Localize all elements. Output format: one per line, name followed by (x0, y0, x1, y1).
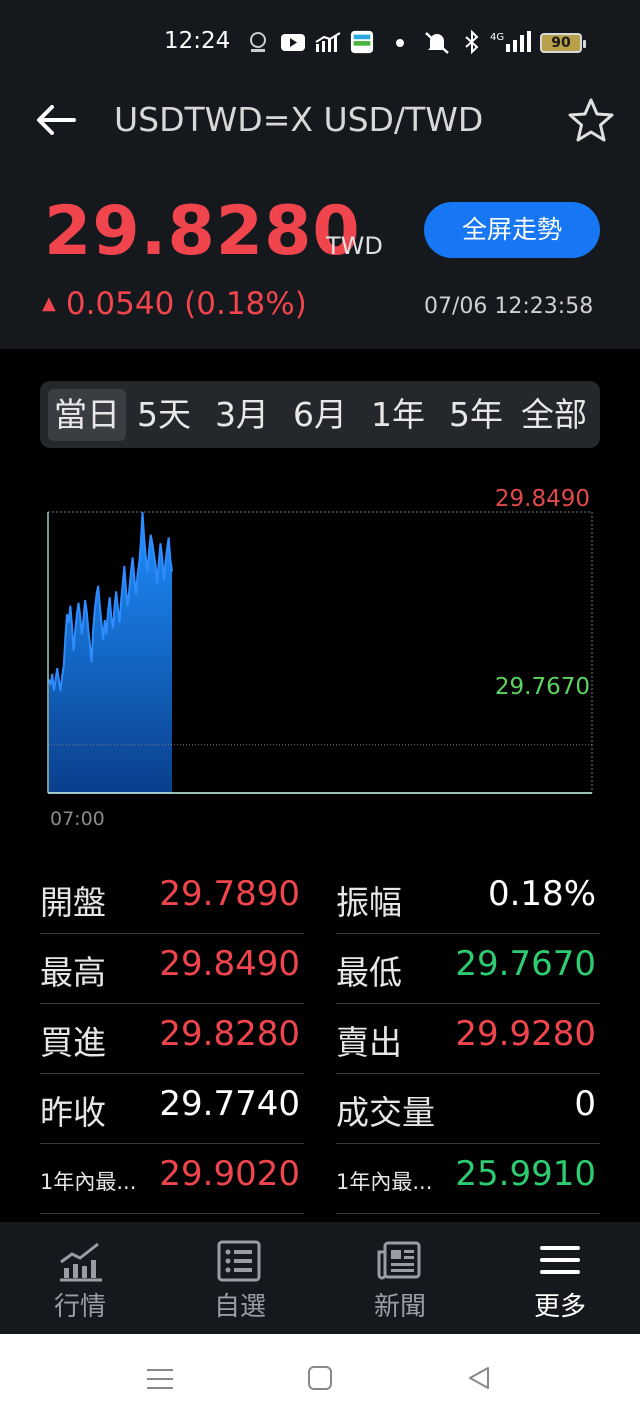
stat-row-left: 昨收 29.7740 (40, 1074, 304, 1144)
system-navigation-bar (0, 1334, 640, 1422)
mute-icon (425, 32, 449, 54)
tab-6m[interactable]: 6月 (286, 381, 354, 448)
stat-value: 25.9910 (455, 1154, 596, 1194)
stat-label: 最高 (40, 953, 106, 992)
stat-row-left: 最高 29.8490 (40, 934, 304, 1004)
chart-time-label: 07:00 (50, 808, 105, 830)
nav-more[interactable]: 更多 (480, 1222, 640, 1334)
status-time: 12:24 (164, 28, 231, 54)
stocks-app-icon (315, 32, 341, 52)
nav-quotes-label: 行情 (53, 1292, 106, 1322)
stat-label: 賣出 (336, 1023, 402, 1062)
stat-value: 29.8490 (159, 944, 300, 984)
stat-value: 29.9020 (159, 1154, 300, 1194)
nav-news[interactable]: 新聞 (320, 1222, 480, 1334)
stat-row-right: 1年內最... 25.9910 (336, 1144, 600, 1214)
period-tabs: 當日 5天 3月 6月 1年 5年 全部 (40, 381, 600, 448)
stat-label: 1年內最... (40, 1170, 137, 1194)
tab-all[interactable]: 全部 (514, 381, 594, 448)
signal-icon: 4G (490, 31, 531, 52)
bottom-nav: 行情 自選 新聞 更多 (0, 1222, 640, 1334)
tab-intraday[interactable]: 當日 (48, 389, 126, 441)
currency-label: TWD (326, 232, 383, 260)
nav-more-label: 更多 (533, 1292, 586, 1322)
menu-icon (540, 1246, 580, 1274)
up-triangle-icon: ▲ (42, 293, 56, 314)
stat-label: 昨收 (40, 1093, 106, 1132)
stat-row-right: 賣出 29.9280 (336, 1004, 600, 1074)
stat-label: 最低 (336, 953, 402, 992)
price-change: ▲ 0.0540 (0.18%) (42, 286, 307, 322)
recent-apps-icon[interactable] (146, 1366, 174, 1392)
current-price: 29.8280 (44, 192, 361, 271)
stat-row-right: 振幅 0.18% (336, 864, 600, 934)
home-icon[interactable] (307, 1365, 333, 1391)
bluetooth-icon (465, 30, 479, 54)
stat-label: 開盤 (40, 883, 106, 922)
battery-level: 90 (551, 35, 571, 51)
stat-value: 29.9280 (455, 1014, 596, 1054)
tab-1y[interactable]: 1年 (364, 381, 432, 448)
stat-label: 振幅 (336, 883, 402, 922)
wallet-app-icon (350, 30, 374, 54)
stat-value: 0.18% (487, 874, 596, 914)
svg-text:4G: 4G (490, 32, 504, 43)
stat-value: 29.8280 (159, 1014, 300, 1054)
stat-label: 1年內最... (336, 1170, 433, 1194)
nav-news-label: 新聞 (373, 1292, 426, 1322)
news-icon (377, 1241, 421, 1280)
dot-icon (396, 39, 404, 47)
stat-value: 29.7670 (455, 944, 596, 984)
status-bar: 12:24 4G 90 (0, 0, 640, 84)
tab-3m[interactable]: 3月 (208, 381, 276, 448)
stat-value: 29.7740 (159, 1084, 300, 1124)
tab-5d[interactable]: 5天 (130, 381, 198, 448)
chart-high-label: 29.8490 (495, 486, 590, 512)
nav-quotes[interactable]: 行情 (0, 1222, 160, 1334)
page-title: USDTWD=X USD/TWD (114, 100, 484, 139)
chart-low-label: 29.7670 (495, 674, 590, 700)
stat-label: 成交量 (336, 1093, 435, 1132)
nav-watchlist[interactable]: 自選 (160, 1222, 320, 1334)
watchlist-icon (217, 1240, 261, 1282)
fullscreen-trend-button[interactable]: 全屏走勢 (424, 202, 600, 258)
stat-label: 買進 (40, 1023, 106, 1062)
chart-icon (60, 1242, 102, 1282)
back-triangle-icon[interactable] (466, 1365, 492, 1391)
youtube-icon (281, 34, 305, 51)
nav-watchlist-label: 自選 (213, 1292, 266, 1322)
quote-timestamp: 07/06 12:23:58 (424, 294, 594, 319)
favorite-star-icon[interactable] (566, 96, 616, 146)
stat-value: 0 (574, 1084, 596, 1124)
battery-indicator: 90 (540, 33, 586, 53)
intraday-chart[interactable]: 29.8490 29.7670 07:00 (0, 470, 640, 850)
tab-5y[interactable]: 5年 (442, 381, 510, 448)
stat-row-right: 成交量 0 (336, 1074, 600, 1144)
stat-row-left: 開盤 29.7890 (40, 864, 304, 934)
stat-value: 29.7890 (159, 874, 300, 914)
stat-row-left: 1年內最... 29.9020 (40, 1144, 304, 1214)
change-value: 0.0540 (0.18%) (65, 286, 307, 322)
quote-header: USDTWD=X USD/TWD 29.8280 TWD 全屏走勢 ▲ 0.054… (0, 84, 640, 349)
app-notification-icon (250, 32, 266, 52)
stat-row-right: 最低 29.7670 (336, 934, 600, 1004)
back-arrow-icon[interactable] (34, 102, 78, 138)
stat-row-left: 買進 29.8280 (40, 1004, 304, 1074)
